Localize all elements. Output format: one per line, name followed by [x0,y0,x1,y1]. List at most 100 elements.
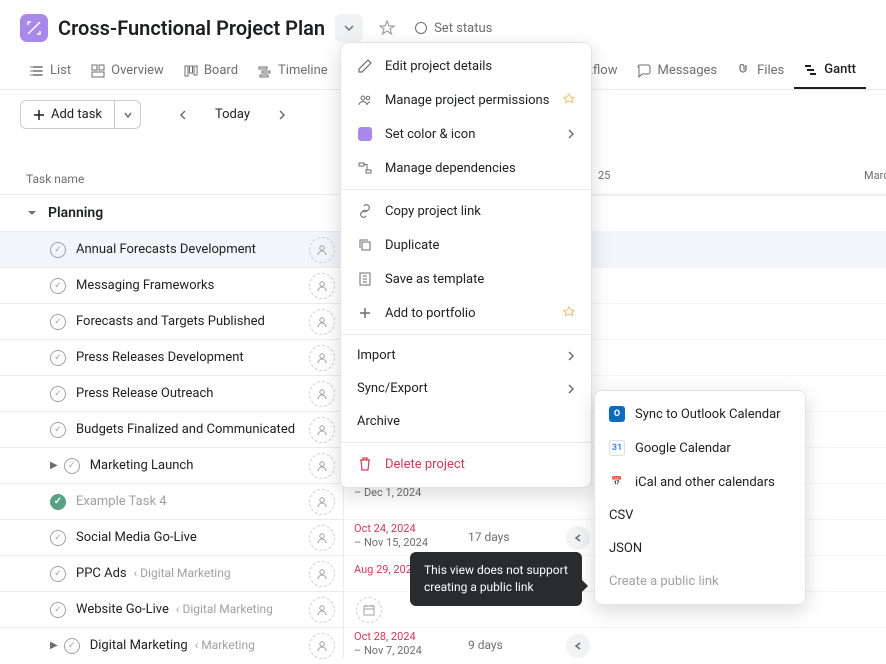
menu-item-label: Add to portfolio [385,306,476,321]
assignee-button[interactable] [309,309,335,335]
task-row[interactable]: Annual Forecasts Development [0,231,343,267]
project-title: Cross-Functional Project Plan [58,16,325,40]
assignee-button[interactable] [309,633,335,659]
complete-toggle[interactable] [50,530,66,546]
project-actions-menu: Edit project details Manage project permi… [340,42,592,488]
complete-toggle[interactable] [50,494,66,510]
today-button[interactable]: Today [205,101,260,128]
submenu-item-label: Create a public link [609,574,719,589]
menu-item[interactable]: Duplicate [341,228,591,262]
tab-timeline[interactable]: Timeline [248,52,338,89]
add-task-button[interactable]: Add task [20,100,115,129]
submenu-item-label: Google Calendar [635,441,731,456]
google-calendar-icon: 31 [609,440,625,456]
menu-item-label: Sync/Export [357,381,428,396]
menu-item[interactable]: Edit project details [341,49,591,83]
submenu-item[interactable]: CSV [595,499,805,532]
tab-overview[interactable]: Overview [81,52,174,89]
assignee-button[interactable] [309,525,335,551]
collapse-button[interactable] [566,634,590,658]
person-icon [316,640,328,652]
assignee-button[interactable] [309,273,335,299]
complete-toggle[interactable] [50,314,66,330]
task-row[interactable]: Website Go-Live ‹ Digital Marketing [0,591,343,627]
submenu-item-label: iCal and other calendars [635,475,775,490]
tab-files[interactable]: Files [727,52,794,89]
complete-toggle[interactable] [64,458,80,474]
assignee-button[interactable] [309,489,335,515]
task-row[interactable]: ▶Marketing Launch [0,447,343,483]
complete-toggle[interactable] [50,566,66,582]
assignee-button[interactable] [309,417,335,443]
task-row[interactable]: Press Releases Development [0,339,343,375]
complete-toggle[interactable] [50,278,66,294]
menu-item[interactable]: Set color & icon [341,117,591,151]
task-row[interactable]: Forecasts and Targets Published [0,303,343,339]
project-menu-button[interactable] [335,14,363,42]
menu-divider [341,334,591,335]
sync-export-submenu: OSync to Outlook Calendar 31 Google Calend… [594,390,806,605]
complete-toggle[interactable] [64,638,80,654]
assignee-button[interactable] [309,381,335,407]
tab-list[interactable]: List [20,52,81,89]
task-row[interactable]: Messaging Frameworks [0,267,343,303]
next-button[interactable] [268,101,296,129]
schedule-button[interactable] [356,597,382,623]
chevron-right-icon [567,129,575,139]
submenu-item[interactable]: JSON [595,532,805,565]
task-row[interactable]: ▶Digital Marketing ‹ Marketing [0,627,343,659]
favorite-button[interactable] [373,14,401,42]
messages-icon [637,64,651,78]
pencil-icon [357,58,373,74]
complete-toggle[interactable] [50,350,66,366]
submenu-item[interactable]: 31 Google Calendar [595,431,805,465]
menu-item[interactable]: Add to portfolio [341,296,591,330]
menu-item[interactable]: Copy project link [341,194,591,228]
date-end: – Nov 7, 2024 [354,644,422,658]
assignee-button[interactable] [309,597,335,623]
tab-gantt[interactable]: Gantt [794,52,866,89]
assignee-button[interactable] [309,453,335,479]
complete-toggle[interactable] [50,242,66,258]
assignee-button[interactable] [309,561,335,587]
add-task-dropdown-button[interactable] [115,100,141,129]
submenu-item[interactable]: OSync to Outlook Calendar [595,397,805,431]
tab-board[interactable]: Board [174,52,248,89]
submenu-item[interactable]: 📅iCal and other calendars [595,465,805,499]
prev-button[interactable] [169,101,197,129]
chevron-down-icon [123,110,133,120]
task-row[interactable]: Budgets Finalized and Communicated [0,411,343,447]
menu-item[interactable]: Manage project permissions [341,83,591,117]
date-start: Oct 24, 2024 [354,522,428,536]
gantt-month-label: 25 [598,169,610,182]
task-name: Annual Forecasts Development [76,242,299,257]
section-row[interactable]: Planning [0,195,343,231]
menu-item-label: Manage project permissions [385,93,549,108]
menu-item[interactable]: Import [341,339,591,372]
menu-divider [341,189,591,190]
task-project-chip: ‹ Digital Marketing [173,602,273,616]
menu-item[interactable]: Delete project [341,447,591,481]
date-start: Oct 28, 2024 [354,630,422,644]
tab-messages[interactable]: Messages [627,52,727,89]
plus-icon [33,109,45,121]
set-status-button[interactable]: Set status [415,21,492,36]
task-row[interactable]: PPC Ads ‹ Digital Marketing [0,555,343,591]
menu-item[interactable]: Archive [341,405,591,438]
complete-toggle[interactable] [50,386,66,402]
task-row[interactable]: Social Media Go-Live [0,519,343,555]
assignee-button[interactable] [309,345,335,371]
chevron-right-icon [567,384,575,394]
task-row[interactable]: Press Release Outreach [0,375,343,411]
plus-icon [357,305,373,321]
assignee-button[interactable] [309,237,335,263]
task-row[interactable]: Example Task 4 [0,483,343,519]
collapse-button[interactable] [566,526,590,550]
chevron-right-icon [277,109,287,121]
complete-toggle[interactable] [50,422,66,438]
menu-item[interactable]: Sync/Export [341,372,591,405]
menu-item[interactable]: Save as template [341,262,591,296]
menu-item-label: Edit project details [385,59,492,74]
complete-toggle[interactable] [50,602,66,618]
menu-item[interactable]: Manage dependencies [341,151,591,185]
